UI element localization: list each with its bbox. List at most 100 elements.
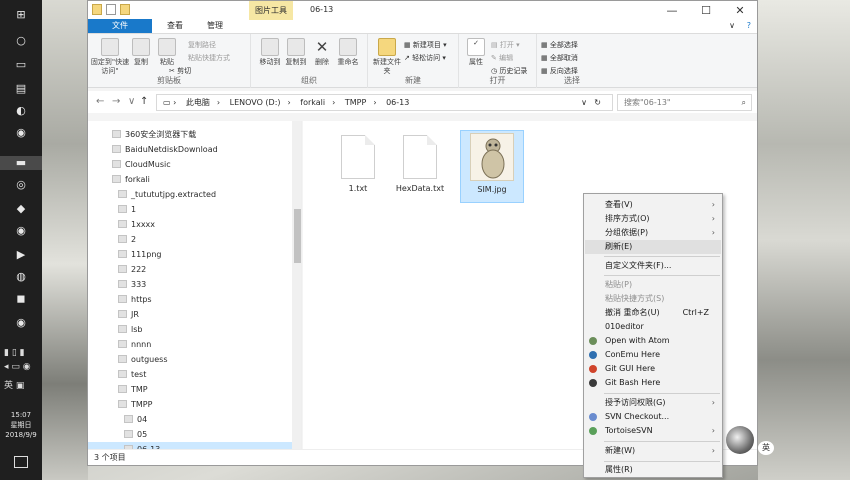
copy-path-button[interactable]: 复制路径 xyxy=(188,40,216,50)
app-icon-9[interactable]: ◼ xyxy=(13,292,29,306)
tray-icons[interactable]: ▮ ▯ ▮ xyxy=(4,348,38,358)
forward-icon[interactable]: → xyxy=(112,96,120,107)
tree-item[interactable]: 333 xyxy=(118,277,146,292)
tab-view[interactable]: 查看 xyxy=(158,19,192,33)
nav-scrollbar[interactable] xyxy=(292,121,301,451)
file-explorer-taskbar-icon[interactable]: ▬ xyxy=(0,156,42,170)
menu-item-customize-folder[interactable]: 自定义文件夹(F)... xyxy=(585,259,721,273)
file-item-selected[interactable]: SIM.jpg xyxy=(460,130,524,203)
clock[interactable]: 15:07 星期日 2018/9/9 xyxy=(0,410,42,440)
up-icon[interactable]: ↑ xyxy=(140,96,148,107)
ime-settings-icon[interactable]: ▣ xyxy=(16,381,25,391)
menu-item-refresh[interactable]: 刷新(E) xyxy=(585,240,721,254)
tree-item[interactable]: 111png xyxy=(118,247,162,262)
tree-item[interactable]: 1xxxx xyxy=(118,217,155,232)
tree-item[interactable]: TMP xyxy=(118,382,148,397)
breadcrumb-tmpp[interactable]: TMPP xyxy=(345,98,366,107)
close-icon[interactable]: ✕ xyxy=(723,1,757,20)
menu-item-view[interactable]: 查看(V) › xyxy=(585,198,721,212)
easy-access-button[interactable]: ↗ 轻松访问 ▾ xyxy=(404,53,446,63)
notification-icon[interactable] xyxy=(14,456,28,468)
address-bar[interactable]: ▭ › 此电脑 › LENOVO (D:) › forkali › TMPP › 06-… xyxy=(156,94,613,111)
tree-item[interactable]: lsb xyxy=(118,322,142,337)
tree-item[interactable]: nnnn xyxy=(118,337,151,352)
ime-badge[interactable]: 英 xyxy=(758,441,774,455)
menu-item-properties[interactable]: 属性(R) xyxy=(585,463,721,477)
tree-item[interactable]: https xyxy=(118,292,152,307)
menu-item-tortoisesvn[interactable]: TortoiseSVN › xyxy=(585,424,721,438)
tree-item[interactable]: CloudMusic xyxy=(112,157,171,172)
menu-item-conemu[interactable]: ConEmu Here xyxy=(585,348,721,362)
tree-item[interactable]: outguess xyxy=(118,352,168,367)
app-icon-2[interactable]: ◐ xyxy=(13,104,29,118)
search-icon[interactable]: ○ xyxy=(13,34,29,48)
start-icon[interactable]: ⊞ xyxy=(13,8,29,22)
app-icon-5[interactable]: ◆ xyxy=(13,202,29,216)
search-input[interactable]: 搜索"06-13" ⌕ xyxy=(617,94,752,111)
rename-button[interactable]: 重命名 xyxy=(331,38,365,67)
menu-item-sort-by[interactable]: 排序方式(O) › xyxy=(585,212,721,226)
new-folder-qat-icon[interactable] xyxy=(120,4,130,15)
recent-locations-icon[interactable]: ∨ xyxy=(128,96,135,107)
tree-item[interactable]: JR xyxy=(118,307,139,322)
tab-file[interactable]: 文件 xyxy=(88,19,152,33)
app-icon-4[interactable]: ◎ xyxy=(13,178,29,192)
menu-item-undo-rename[interactable]: 撤消 重命名(U) Ctrl+Z xyxy=(585,306,721,320)
menu-item-svn-checkout[interactable]: SVN Checkout... xyxy=(585,410,721,424)
app-icon-3[interactable]: ◉ xyxy=(13,126,29,140)
breadcrumb-forkali[interactable]: forkali xyxy=(300,98,325,107)
app-icon-6[interactable]: ◉ xyxy=(13,224,29,238)
menu-item-git-bash[interactable]: Git Bash Here xyxy=(585,376,721,390)
address-dropdown-icon[interactable]: ∨ xyxy=(581,95,587,110)
app-icon-8[interactable]: ◍ xyxy=(13,270,29,284)
properties-qat-icon[interactable] xyxy=(106,4,116,15)
task-view-icon[interactable]: ▭ xyxy=(13,58,29,72)
collapse-ribbon-icon[interactable]: ∨ xyxy=(729,21,735,30)
app-icon-7[interactable]: ▶ xyxy=(13,248,29,262)
refresh-icon[interactable]: ↻ xyxy=(594,95,601,110)
breadcrumb-drive[interactable]: LENOVO (D:) xyxy=(230,98,281,107)
paste-shortcut-button[interactable]: 粘贴快捷方式 xyxy=(188,53,230,63)
breadcrumb-current[interactable]: 06-13 xyxy=(386,98,409,107)
help-icon[interactable]: ? xyxy=(747,21,751,30)
menu-item-open-with-atom[interactable]: Open with Atom xyxy=(585,334,721,348)
edit-button[interactable]: ✎ 编辑 xyxy=(491,53,513,63)
menu-item-give-access[interactable]: 授予访问权限(G) › xyxy=(585,396,721,410)
tree-item[interactable]: 04 xyxy=(124,412,147,427)
tree-item[interactable]: 360安全浏览器下载 xyxy=(112,127,196,142)
paste-button[interactable]: 粘贴 xyxy=(150,38,184,67)
tab-manage[interactable]: 管理 xyxy=(198,19,232,33)
tray-icons-2[interactable]: ◂ ▭ ◉ xyxy=(4,362,38,372)
open-button[interactable]: ▤ 打开 ▾ xyxy=(491,40,520,50)
tree-item[interactable]: BaiduNetdiskDownload xyxy=(112,142,218,157)
breadcrumb-pc[interactable]: 此电脑 xyxy=(186,98,210,107)
tree-item[interactable]: 222 xyxy=(118,262,146,277)
tree-item[interactable]: _tutututjpg.extracted xyxy=(118,187,216,202)
menu-item-paste[interactable]: 粘贴(P) xyxy=(585,278,721,292)
tree-item[interactable]: TMPP xyxy=(118,397,152,412)
select-all-button[interactable]: ▦ 全部选择 xyxy=(541,40,578,50)
back-icon[interactable]: ← xyxy=(96,96,104,107)
menu-item-git-gui[interactable]: Git GUI Here xyxy=(585,362,721,376)
file-item[interactable]: HexData.txt xyxy=(388,135,452,193)
new-folder-button[interactable]: 新建文件夹 xyxy=(370,38,404,76)
new-item-button[interactable]: ▦ 新建项目 ▾ xyxy=(404,40,447,50)
tree-item[interactable]: 05 xyxy=(124,427,147,442)
search-icon[interactable]: ⌕ xyxy=(742,95,746,110)
select-none-button[interactable]: ▦ 全部取消 xyxy=(541,53,578,63)
tree-item[interactable]: forkali xyxy=(112,172,150,187)
minimize-icon[interactable]: — xyxy=(655,1,689,20)
tree-item[interactable]: test xyxy=(118,367,146,382)
ime-indicator[interactable]: 英 xyxy=(4,381,13,391)
tree-item[interactable]: 2 xyxy=(118,232,136,247)
menu-item-paste-shortcut[interactable]: 粘贴快捷方式(S) xyxy=(585,292,721,306)
menu-item-new[interactable]: 新建(W) › xyxy=(585,444,721,458)
maximize-icon[interactable]: ☐ xyxy=(689,1,723,20)
file-item[interactable]: 1.txt xyxy=(326,135,390,193)
menu-item-010editor[interactable]: 010editor xyxy=(585,320,721,334)
menu-item-group-by[interactable]: 分组依据(P) › xyxy=(585,226,721,240)
app-icon-1[interactable]: ▤ xyxy=(13,82,29,96)
tree-item[interactable]: 1 xyxy=(118,202,136,217)
nav-scrollbar-thumb[interactable] xyxy=(294,209,301,263)
properties-button[interactable]: ✓ 属性 xyxy=(459,38,493,67)
